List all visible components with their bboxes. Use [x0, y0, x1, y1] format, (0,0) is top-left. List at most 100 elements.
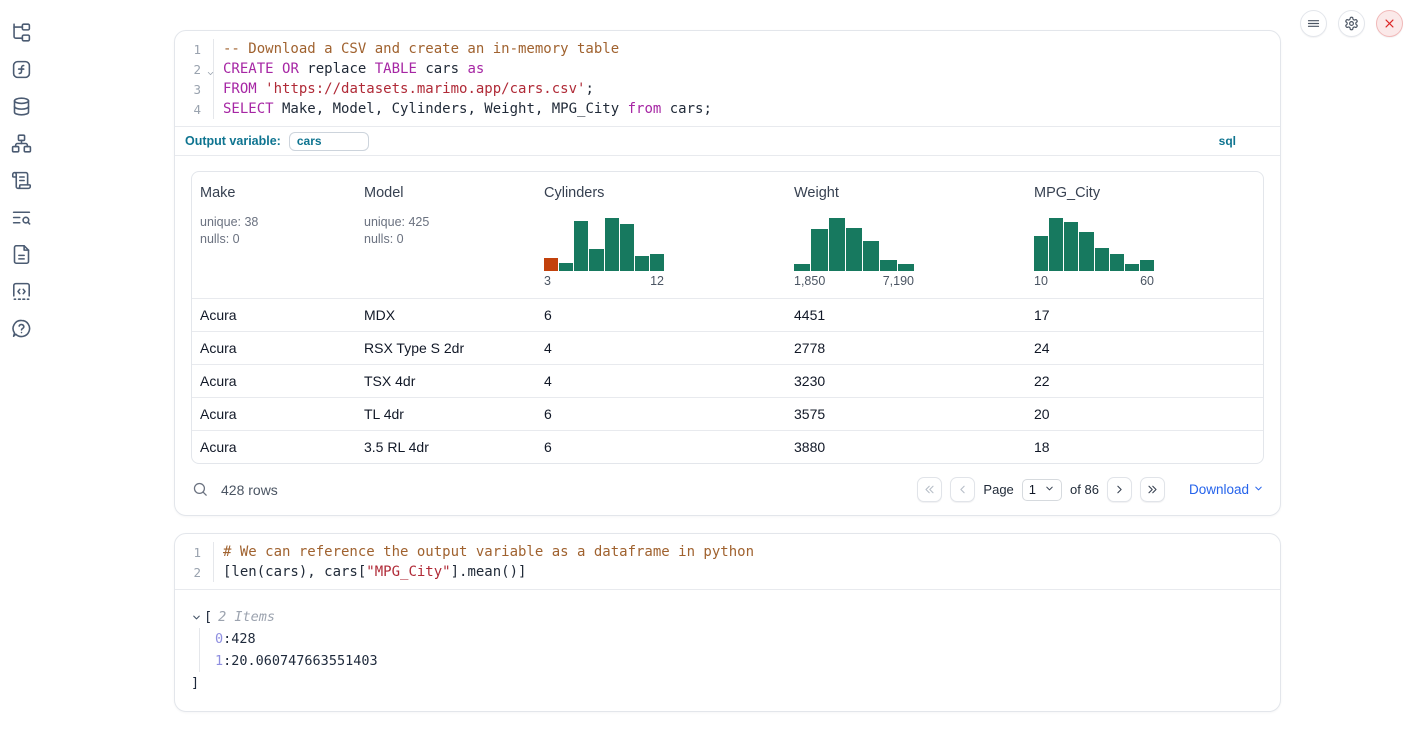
- sidebar-button-datasources[interactable]: [11, 95, 33, 117]
- download-label: Download: [1189, 482, 1249, 497]
- code-text: CREATE OR replace TABLE cars as: [214, 61, 484, 77]
- sidebar-button-help[interactable]: [11, 317, 33, 339]
- code-line: 4SELECT Make, Model, Cylinders, Weight, …: [175, 99, 1280, 119]
- chevron-down-icon: [1253, 482, 1264, 497]
- menu-button[interactable]: [1300, 10, 1327, 37]
- table-cell: TSX 4dr: [356, 373, 536, 389]
- tree-entry-key: 0: [215, 631, 223, 647]
- column-header-model[interactable]: Modelunique: 425nulls: 0: [356, 172, 536, 298]
- output-variable-row: Output variable: sql: [175, 127, 1280, 155]
- histogram-range-labels: 1,8507,190: [794, 274, 914, 288]
- histogram-bar: [1110, 254, 1124, 271]
- code-line: 2[len(cars), cars["MPG_City"].mean()]: [175, 562, 1280, 582]
- help-circle-icon: [11, 318, 32, 339]
- settings-button[interactable]: [1338, 10, 1365, 37]
- histogram-range-labels: 1060: [1034, 274, 1154, 288]
- tree-children: 0: 4281: 20.060747663551403: [199, 628, 1264, 672]
- column-header-mpg_city[interactable]: MPG_City1060: [1026, 172, 1263, 298]
- histogram-bar: [650, 254, 664, 271]
- table-body: AcuraMDX6445117AcuraRSX Type S 2dr427782…: [192, 298, 1263, 463]
- histogram-bar: [1140, 260, 1154, 271]
- column-title: Weight: [794, 185, 1018, 201]
- function-square-icon: [11, 59, 32, 80]
- column-header-cylinders[interactable]: Cylinders 312: [536, 172, 786, 298]
- sql-code-editor[interactable]: 1 -- Download a CSV and create an in-memo…: [175, 31, 1280, 126]
- sidebar-button-scratchpad[interactable]: [11, 169, 33, 191]
- network-icon: [11, 133, 32, 154]
- code-line: 1 # We can reference the output variable …: [175, 542, 1280, 562]
- column-histogram[interactable]: 1060: [1034, 218, 1154, 288]
- last-page-button[interactable]: [1140, 477, 1165, 502]
- tree-items-count: 2 Items: [218, 609, 275, 625]
- table-cell: MDX: [356, 307, 536, 323]
- sidebar-button-logs[interactable]: [11, 206, 33, 228]
- scroll-icon: [11, 170, 32, 191]
- code-text: # We can reference the output variable a…: [214, 544, 754, 560]
- line-number: 1: [175, 42, 205, 57]
- chevrons-right-icon: [1146, 483, 1159, 496]
- sidebar-button-snippets[interactable]: [11, 280, 33, 302]
- tree-entry-value: 20.060747663551403: [231, 653, 377, 669]
- fold-chevron-icon[interactable]: [206, 66, 215, 81]
- column-title: Cylinders: [544, 185, 778, 201]
- download-button[interactable]: Download: [1189, 482, 1264, 497]
- code-text: -- Download a CSV and create an in-memor…: [214, 41, 619, 57]
- page-total-label: of 86: [1070, 482, 1099, 497]
- table-row: Acura3.5 RL 4dr6388018: [192, 430, 1263, 463]
- sidebar-button-dependency-graph[interactable]: [11, 132, 33, 154]
- sidebar-button-variables[interactable]: [11, 58, 33, 80]
- table-cell: 6: [536, 406, 786, 422]
- close-icon: [1382, 16, 1397, 31]
- shutdown-button[interactable]: [1376, 10, 1403, 37]
- top-right-controls: [1300, 10, 1403, 37]
- table-cell: 17: [1026, 307, 1263, 323]
- column-stats: unique: 38nulls: 0: [200, 214, 348, 248]
- chevron-down-icon: [1253, 483, 1264, 494]
- table-cell: RSX Type S 2dr: [356, 340, 536, 356]
- previous-page-button[interactable]: [950, 477, 975, 502]
- tree-collapse-icon[interactable]: [191, 612, 202, 623]
- histogram-bar: [574, 221, 588, 271]
- histogram-bar: [1125, 264, 1139, 271]
- sql-cell: 1 -- Download a CSV and create an in-memo…: [174, 30, 1281, 516]
- page-select-value: 1: [1029, 482, 1036, 497]
- sidebar-button-file-explorer[interactable]: [11, 21, 33, 43]
- histogram-bar: [846, 228, 862, 271]
- database-icon: [11, 96, 32, 117]
- chevron-down-icon: [1044, 482, 1055, 497]
- table-cell: 2778: [786, 340, 1026, 356]
- histogram-bar: [829, 218, 845, 271]
- column-header-weight[interactable]: Weight 1,8507,190: [786, 172, 1026, 298]
- python-output: [ 2 Items 0: 4281: 20.060747663551403 ]: [175, 590, 1280, 694]
- column-stats: unique: 425nulls: 0: [364, 214, 528, 248]
- page-select[interactable]: 1: [1022, 479, 1062, 501]
- line-number: 1: [175, 545, 205, 560]
- search-icon[interactable]: [191, 481, 209, 499]
- table-cell: 4451: [786, 307, 1026, 323]
- chevron-down-icon: [206, 69, 215, 78]
- tree-entry-separator: :: [223, 631, 231, 647]
- sidebar-button-documentation[interactable]: [11, 243, 33, 265]
- column-header-make[interactable]: Make unique: 38nulls: 0: [192, 172, 356, 298]
- python-code-editor[interactable]: 1 # We can reference the output variable …: [175, 534, 1280, 589]
- language-badge: sql: [1219, 134, 1236, 148]
- dataframe-table: Make unique: 38nulls: 0Modelunique: 425nu…: [191, 171, 1264, 464]
- column-histogram[interactable]: 312: [544, 218, 664, 288]
- histogram-bar: [1049, 218, 1063, 271]
- file-text-icon: [11, 244, 32, 265]
- next-page-button[interactable]: [1107, 477, 1132, 502]
- first-page-button[interactable]: [917, 477, 942, 502]
- histogram-bar: [589, 249, 603, 271]
- table-cell: Acura: [192, 307, 356, 323]
- output-variable-label: Output variable:: [185, 134, 281, 148]
- table-cell: 18: [1026, 439, 1263, 455]
- histogram-bar: [635, 256, 649, 271]
- line-number: 4: [175, 102, 205, 117]
- column-title: Make: [200, 185, 348, 201]
- output-variable-input[interactable]: [289, 132, 369, 151]
- tree-entry-value: 428: [231, 631, 255, 647]
- table-cell: 6: [536, 307, 786, 323]
- table-row: AcuraTL 4dr6357520: [192, 397, 1263, 430]
- histogram-bar: [863, 241, 879, 271]
- column-histogram[interactable]: 1,8507,190: [794, 218, 914, 288]
